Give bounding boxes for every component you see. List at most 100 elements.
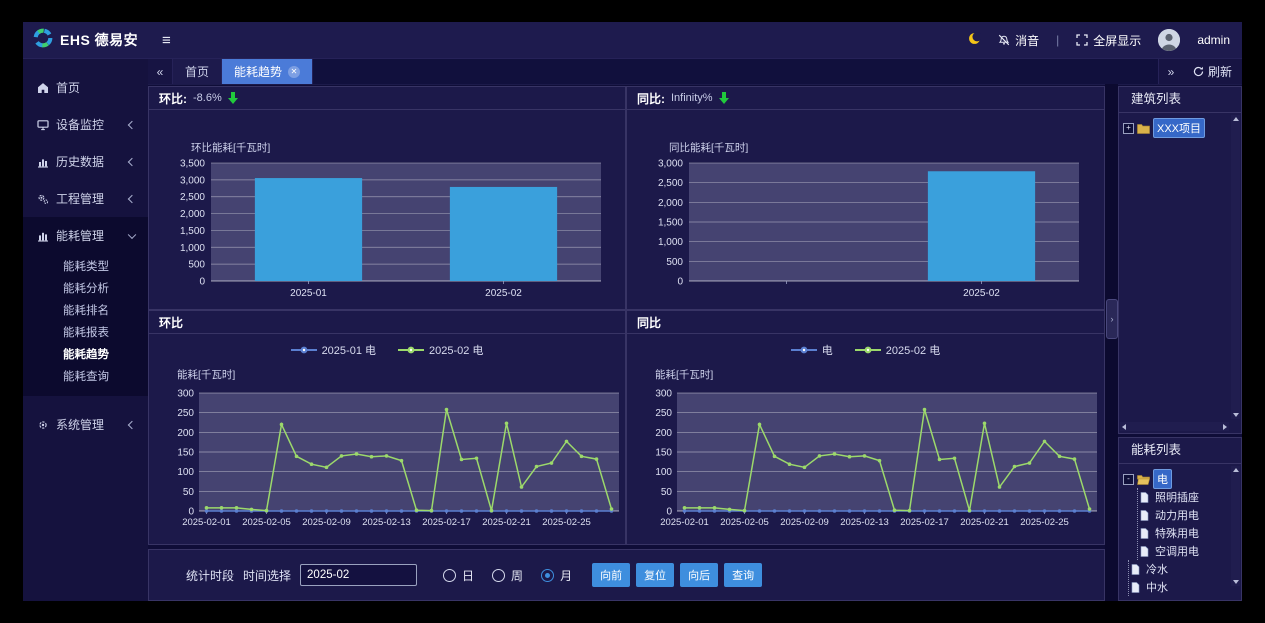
tree-node-hvac[interactable]: 空调用电: [1140, 542, 1239, 560]
prev-button[interactable]: 向前: [592, 563, 630, 587]
svg-text:环比能耗[千瓦时]: 环比能耗[千瓦时]: [191, 141, 270, 154]
logo: EHS 德易安: [23, 22, 148, 59]
gears-icon: [36, 192, 49, 205]
tree-node-special[interactable]: 特殊用电: [1140, 524, 1239, 542]
svg-text:0: 0: [188, 507, 194, 518]
mute-label: 消音: [1015, 32, 1039, 49]
energy-siblings: 冷水 中水: [1128, 560, 1239, 596]
svg-text:2,000: 2,000: [180, 209, 205, 220]
svg-text:200: 200: [655, 428, 672, 439]
chevron-left-icon: [128, 157, 136, 165]
radio-day[interactable]: 日: [443, 567, 474, 584]
period-label: 统计时段: [186, 567, 234, 584]
tree-node-project[interactable]: + XXX项目: [1123, 119, 1239, 137]
svg-text:250: 250: [655, 408, 672, 419]
horizontal-scrollbar[interactable]: [1120, 422, 1229, 431]
reset-button[interactable]: 复位: [636, 563, 674, 587]
vertical-scrollbar[interactable]: [1231, 466, 1240, 586]
yoy-line-title: 同比: [637, 314, 661, 331]
submenu-item-energy-trend[interactable]: 能耗趋势: [23, 344, 148, 366]
svg-text:150: 150: [655, 448, 672, 459]
electricity-children: 照明插座 动力用电 特殊用电 空调用电: [1137, 488, 1239, 560]
submenu-item-energy-ranking[interactable]: 能耗排名: [23, 300, 148, 322]
tree-node-label: 空调用电: [1152, 542, 1202, 560]
mom-line-chart: 能耗[千瓦时]0501001502002503002025-02-012025-…: [149, 361, 625, 546]
collapse-icon[interactable]: -: [1123, 474, 1134, 485]
tree-node-electricity[interactable]: - 电: [1123, 470, 1239, 488]
tabs-scroll-left-button[interactable]: «: [148, 59, 173, 84]
tab-energy-trend[interactable]: 能耗趋势 ✕: [222, 59, 313, 84]
avatar[interactable]: [1158, 29, 1180, 51]
legend-item[interactable]: 2025-02 电: [855, 342, 940, 358]
tabs-scroll-right-button[interactable]: »: [1158, 59, 1183, 84]
tree-node-reclaimed-water[interactable]: 中水: [1131, 578, 1239, 596]
home-icon: [36, 81, 49, 94]
energy-list-panel: 能耗列表 - 电 照明插座 动力用电: [1118, 437, 1242, 601]
tree-node-power[interactable]: 动力用电: [1140, 506, 1239, 524]
sidebar-energy-section: 能耗管理 能耗类型 能耗分析 能耗排名 能耗报表 能耗趋势 能耗查询: [23, 217, 148, 396]
sidebar-item-device-monitor[interactable]: 设备监控: [23, 106, 148, 143]
theme-moon-icon[interactable]: [968, 32, 981, 48]
svg-text:2025-01: 2025-01: [290, 288, 327, 299]
svg-text:2025-02-13: 2025-02-13: [840, 517, 889, 528]
building-tree: + XXX项目: [1119, 113, 1241, 139]
legend-item[interactable]: 2025-02 电: [398, 342, 483, 358]
sidebar-item-energy-mgmt[interactable]: 能耗管理: [23, 217, 148, 254]
svg-text:2025-02-09: 2025-02-09: [302, 517, 351, 528]
scroll-left-icon: [1122, 424, 1126, 430]
tree-node-cold-water[interactable]: 冷水: [1131, 560, 1239, 578]
mute-button[interactable]: 消音: [998, 32, 1039, 49]
close-tab-icon[interactable]: ✕: [288, 66, 300, 78]
radio-week[interactable]: 周: [492, 567, 523, 584]
tree-node-label: 电: [1153, 469, 1172, 489]
submenu-item-energy-query[interactable]: 能耗查询: [23, 366, 148, 388]
tab-label: 首页: [185, 63, 209, 80]
svg-text:50: 50: [183, 487, 195, 498]
svg-text:200: 200: [177, 428, 194, 439]
fullscreen-icon: [1076, 34, 1088, 46]
legend-label: 2025-01 电: [322, 342, 376, 358]
svg-text:2025-02-01: 2025-02-01: [182, 517, 231, 528]
mom-line-panel: 环比 2025-01 电2025-02 电 能耗[千瓦时]05010015020…: [148, 310, 626, 545]
next-button[interactable]: 向后: [680, 563, 718, 587]
tabbar: « 首页 能耗趋势 ✕ » 刷新: [148, 59, 1242, 85]
tree-node-label: 动力用电: [1152, 506, 1202, 524]
tree-node-lighting[interactable]: 照明插座: [1140, 488, 1239, 506]
file-icon: [1140, 492, 1149, 503]
sidebar-item-history-data[interactable]: 历史数据: [23, 143, 148, 180]
sidebar-item-home[interactable]: 首页: [23, 69, 148, 106]
submenu-item-energy-analysis[interactable]: 能耗分析: [23, 278, 148, 300]
file-icon: [1140, 546, 1149, 557]
file-icon: [1140, 528, 1149, 539]
time-input[interactable]: [300, 564, 417, 586]
fullscreen-button[interactable]: 全屏显示: [1076, 32, 1141, 49]
submenu-item-energy-type[interactable]: 能耗类型: [23, 256, 148, 278]
svg-text:500: 500: [666, 257, 683, 268]
svg-text:2025-02-25: 2025-02-25: [542, 517, 591, 528]
svg-text:1,500: 1,500: [180, 226, 205, 237]
topbar-divider: |: [1056, 33, 1059, 47]
expand-icon[interactable]: +: [1123, 123, 1134, 134]
energy-list-title: 能耗列表: [1119, 438, 1241, 464]
svg-text:1,500: 1,500: [658, 218, 683, 229]
building-list-panel: 建筑列表 + XXX项目: [1118, 86, 1242, 434]
legend-item[interactable]: 电: [791, 342, 833, 358]
sidebar-menu: 首页 设备监控 历史数据 工程管理: [23, 59, 148, 443]
vertical-scrollbar[interactable]: [1231, 115, 1240, 419]
sidebar-item-project-mgmt[interactable]: 工程管理: [23, 180, 148, 217]
scroll-down-icon: [1233, 580, 1239, 584]
refresh-button[interactable]: 刷新: [1183, 59, 1242, 84]
sidebar-item-system-mgmt[interactable]: 系统管理: [23, 406, 148, 443]
radio-month[interactable]: 月: [541, 567, 572, 584]
sidebar-item-label: 设备监控: [56, 116, 104, 133]
menu-toggle-icon[interactable]: ≡: [162, 32, 171, 49]
query-button[interactable]: 查询: [724, 563, 762, 587]
legend-item[interactable]: 2025-01 电: [291, 342, 376, 358]
tab-home[interactable]: 首页: [173, 59, 222, 84]
submenu-item-energy-report[interactable]: 能耗报表: [23, 322, 148, 344]
time-select-label: 时间选择: [243, 567, 291, 584]
collapse-right-panel-handle[interactable]: ›: [1106, 299, 1118, 339]
svg-text:2025-02: 2025-02: [963, 288, 1000, 299]
yoy-bar-chart: 同比能耗[千瓦时]05001,0001,5002,0002,5003,00020…: [627, 111, 1104, 309]
username[interactable]: admin: [1197, 33, 1230, 47]
